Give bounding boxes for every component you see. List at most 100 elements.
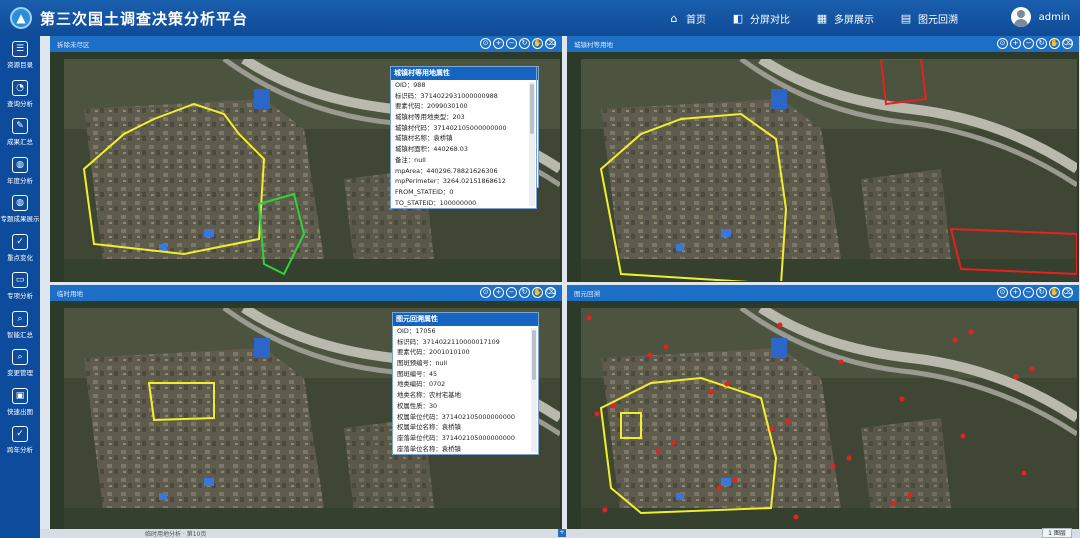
split-screen-icon: ◧ [732, 11, 744, 25]
panel-toolbar: ⊙ + − ↻ ✋ ⌫ [995, 287, 1073, 298]
logo-icon: ▲ [10, 7, 32, 29]
panel-toolbar: ⊙ + − ↻ ✋ ⌫ [995, 38, 1073, 49]
attribute-row: 要素代码：2001010100 [397, 348, 470, 357]
attribute-title: 图元回溯属性 [393, 313, 538, 326]
zoom-in-icon[interactable]: + [493, 38, 504, 49]
sidebar-item-label: 跨年分析 [7, 446, 33, 455]
attribute-row: 权属性质：30 [397, 401, 438, 410]
sidebar-item-4[interactable]: ◍ 专题成果展示 [0, 190, 40, 229]
zoom-fit-icon[interactable]: ⊙ [480, 38, 491, 49]
refresh-icon[interactable]: ↻ [1036, 38, 1047, 49]
sidebar: ☰ 资源目录 ◔ 查询分析 ✎ 成果汇总 ◍ 年度分析 ◍ 专题成果展示 ✓ 重点变化 ▭ 专项分析 ⌕ 智能… [0, 36, 40, 538]
attribute-row: mpArea：440296.78821626306 [395, 166, 498, 175]
user-menu[interactable]: admin [1010, 7, 1070, 27]
zoom-out-icon[interactable]: − [1023, 38, 1034, 49]
zoom-fit-icon[interactable]: ⊙ [997, 38, 1008, 49]
sidebar-item-5[interactable]: ✓ 重点变化 [0, 229, 40, 268]
pan-hand-icon[interactable]: ✋ [1049, 287, 1060, 298]
pan-hand-icon[interactable]: ✋ [1049, 38, 1060, 49]
attribute-row: 城镇村代码：371402105000000000 [395, 123, 507, 132]
panel-toolbar: ⊙ + − ↻ ✋ ⌫ [478, 287, 556, 298]
pan-hand-icon[interactable]: ✋ [532, 38, 543, 49]
attribute-row: OID：988 [395, 81, 426, 89]
top-bar: ▲ 第三次国土调查决策分析平台 ⌂ 首页 ◧ 分屏对比 ▦ 多屏展示 ▤ 图元回溯 ad… [0, 0, 1080, 36]
sidebar-item-label: 专项分析 [7, 292, 33, 301]
sidebar-item-label: 成果汇总 [7, 138, 33, 147]
sidebar-item-8[interactable]: ⌕ 变更管理 [0, 344, 40, 383]
attribute-row: 要素代码：2099030100 [395, 102, 468, 111]
map-view[interactable] [581, 308, 1077, 530]
attribute-row: 标识码：3714022931000000988 [395, 91, 498, 100]
sidebar-item-10[interactable]: ✓ 跨年分析 [0, 421, 40, 460]
sidebar-item-7[interactable]: ⌕ 智能汇总 [0, 306, 40, 345]
map-view[interactable] [581, 59, 1077, 281]
map-panel-1[interactable]: 城镇村等用地 ⊙ + − ↻ ✋ ⌫ [567, 36, 1079, 282]
sidebar-item-label: 变更管理 [7, 369, 33, 378]
zoom-in-icon[interactable]: + [1010, 287, 1021, 298]
clear-icon[interactable]: ⌫ [545, 38, 556, 49]
globe-icon: ◍ [12, 156, 28, 173]
nav-home[interactable]: ⌂ 首页 [668, 11, 707, 26]
zoom-out-icon[interactable]: − [506, 38, 517, 49]
bottom-label: 临时用地分析 · 第10页 [145, 531, 207, 538]
clear-icon[interactable]: ⌫ [545, 287, 556, 298]
layer-button[interactable]: 1 图层 [1042, 528, 1072, 538]
sidebar-item-label: 智能汇总 [7, 330, 33, 339]
search-icon: ⌕ [12, 349, 28, 366]
zoom-fit-icon[interactable]: ⊙ [480, 287, 491, 298]
nav-trace-back-label: 图元回溯 [918, 14, 958, 26]
sidebar-item-label: 重点变化 [7, 253, 33, 262]
panel-header: 临时用地 ⊙ + − ↻ ✋ ⌫ [50, 285, 562, 301]
attribute-row: 图斑编号：45 [397, 369, 438, 378]
pan-hand-icon[interactable]: ✋ [532, 287, 543, 298]
nav-split-compare[interactable]: ◧ 分屏对比 [732, 11, 790, 26]
sidebar-item-1[interactable]: ◔ 查询分析 [0, 75, 40, 114]
multi-screen-icon: ▦ [816, 11, 828, 25]
refresh-icon[interactable]: ↻ [1036, 287, 1047, 298]
nav-trace-back[interactable]: ▤ 图元回溯 [900, 11, 958, 26]
main-area: 拆除未尽区⊙+−↻✋⌫拆除未尽区属性OID：80标识码：371402299100… [40, 36, 1080, 538]
sidebar-item-label: 年度分析 [7, 176, 33, 185]
page-corner-icon[interactable]: + [558, 529, 566, 537]
sidebar-item-2[interactable]: ✎ 成果汇总 [0, 113, 40, 152]
sidebar-item-3[interactable]: ◍ 年度分析 [0, 152, 40, 191]
scrollbar[interactable] [529, 82, 535, 207]
attribute-row: FROM_STATEID：0 [395, 187, 454, 196]
trace-back-icon: ▤ [900, 11, 912, 25]
zoom-in-icon[interactable]: + [493, 287, 504, 298]
top-nav: ⌂ 首页 ◧ 分屏对比 ▦ 多屏展示 ▤ 图元回溯 [642, 0, 959, 36]
panel-title: 城镇村等用地 [574, 41, 613, 49]
attribute-row: 标识码：3714022110000017109 [397, 337, 500, 346]
username: admin [1038, 11, 1070, 23]
home-icon: ⌂ [670, 11, 678, 25]
nav-multi-screen[interactable]: ▦ 多屏展示 [816, 11, 874, 26]
attribute-row: 地类名称：农村宅基地 [397, 391, 461, 400]
search-icon: ⌕ [12, 310, 28, 327]
folder-icon: ▭ [12, 272, 28, 289]
sidebar-item-9[interactable]: ▣ 快速出图 [0, 383, 40, 422]
scrollbar[interactable] [531, 328, 537, 453]
refresh-icon[interactable]: ↻ [519, 287, 530, 298]
zoom-fit-icon[interactable]: ⊙ [997, 287, 1008, 298]
clear-icon[interactable]: ⌫ [1062, 38, 1073, 49]
map-panel-3[interactable]: 图元回溯 ⊙ + − ↻ ✋ ⌫ [567, 285, 1079, 531]
attribute-row: 权属单位代码：371402105000000000 [397, 412, 515, 421]
sidebar-item-0[interactable]: ☰ 资源目录 [0, 36, 40, 75]
refresh-icon[interactable]: ↻ [519, 38, 530, 49]
attribute-row: TO_STATEID：100000000 [395, 198, 477, 207]
attribute-row: OID：17056 [397, 327, 436, 335]
zoom-out-icon[interactable]: − [506, 287, 517, 298]
attribute-row: 权属单位名称：袁桥镇 [397, 423, 461, 432]
map-icon: ▣ [12, 387, 28, 404]
zoom-out-icon[interactable]: − [1023, 287, 1034, 298]
nav-home-label: 首页 [686, 14, 706, 26]
panel-title: 临时用地 [57, 290, 83, 298]
shield-icon: ✓ [12, 233, 28, 250]
attribute-row: 城镇村等用地类型：203 [395, 113, 465, 122]
clear-icon[interactable]: ⌫ [1062, 287, 1073, 298]
sidebar-item-6[interactable]: ▭ 专项分析 [0, 267, 40, 306]
zoom-in-icon[interactable]: + [1010, 38, 1021, 49]
attribute-title: 城镇村等用地属性 [391, 67, 536, 80]
panel-header: 拆除未尽区 ⊙ + − ↻ ✋ ⌫ [50, 36, 562, 52]
sidebar-item-label: 查询分析 [7, 99, 33, 108]
